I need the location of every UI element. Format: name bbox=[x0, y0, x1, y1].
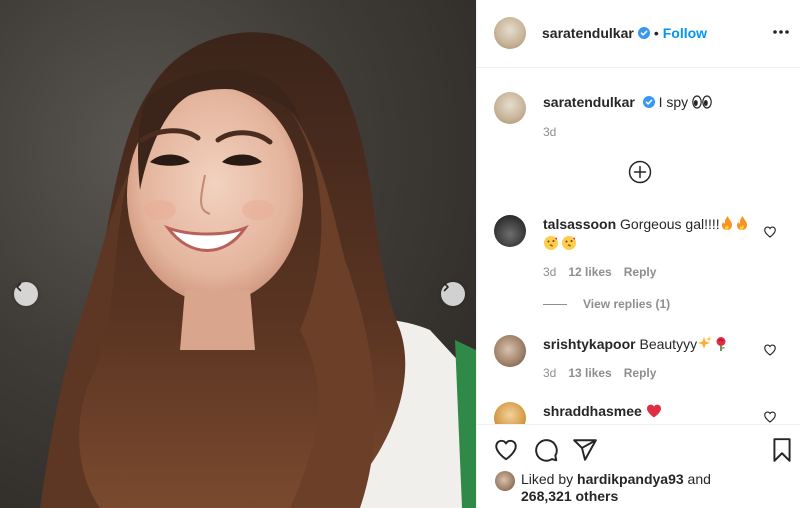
caption-avatar[interactable] bbox=[494, 92, 526, 124]
more-options-icon[interactable] bbox=[771, 24, 791, 40]
verified-badge-icon bbox=[637, 27, 650, 39]
caption-username[interactable]: saratendulkar bbox=[543, 94, 635, 110]
chevron-left-icon bbox=[16, 282, 22, 292]
comment-text: shraddhasmee bbox=[543, 402, 662, 420]
separator-dot: • bbox=[653, 25, 659, 41]
comment-text: talsassoon Gorgeous gal!!!! bbox=[543, 215, 753, 233]
comment-username[interactable]: shraddhasmee bbox=[543, 403, 642, 419]
commenter-avatar[interactable] bbox=[494, 402, 526, 424]
liked-by-prefix: Liked by bbox=[521, 471, 574, 487]
red-heart-emoji-icon bbox=[646, 404, 661, 418]
comment-text: srishtykapoor Beautyyy bbox=[543, 335, 729, 353]
comment-time: 3d bbox=[543, 366, 557, 380]
caption-text: I spy bbox=[658, 94, 689, 110]
sparkles-rose-emoji-icon bbox=[698, 336, 726, 351]
comment-item: talsassoon Gorgeous gal!!!! 3d 12 likes bbox=[477, 212, 800, 292]
comment-like-heart-icon[interactable] bbox=[763, 225, 777, 239]
author-username[interactable]: saratendulkar bbox=[542, 25, 634, 41]
reply-button[interactable]: Reply bbox=[624, 366, 657, 380]
replies-divider bbox=[543, 303, 567, 305]
author-line: saratendulkar • Follow bbox=[542, 25, 707, 41]
comment-meta: 3d 12 likes Reply bbox=[543, 265, 656, 279]
bookmark-icon[interactable] bbox=[769, 437, 795, 463]
caption-time: 3d bbox=[543, 125, 557, 139]
caption: saratendulkar I spy 3d bbox=[477, 90, 800, 140]
comment-time: 3d bbox=[543, 265, 557, 279]
comment-body: Gorgeous gal!!!! bbox=[620, 216, 720, 232]
kiss-face-emoji-icon bbox=[544, 236, 576, 250]
follow-button[interactable]: Follow bbox=[663, 25, 707, 41]
liked-by-others[interactable]: 268,321 others bbox=[521, 488, 618, 504]
comment-username[interactable]: srishtykapoor bbox=[543, 336, 636, 352]
commenter-avatar[interactable] bbox=[494, 335, 526, 367]
commenter-avatar[interactable] bbox=[494, 215, 526, 247]
author-avatar[interactable] bbox=[494, 17, 526, 49]
caption-line: saratendulkar I spy bbox=[543, 93, 712, 111]
liker-avatar[interactable] bbox=[495, 471, 515, 491]
comment-like-heart-icon[interactable] bbox=[763, 410, 777, 424]
plus-circle-icon[interactable] bbox=[628, 160, 652, 184]
liked-by-user[interactable]: hardikpandya93 bbox=[577, 471, 684, 487]
comment-like-heart-icon[interactable] bbox=[763, 343, 777, 357]
post-photo[interactable] bbox=[0, 0, 476, 508]
verified-badge-icon bbox=[642, 96, 655, 108]
comment-item: srishtykapoor Beautyyy 3d 13 likes Reply bbox=[477, 333, 800, 383]
chevron-right-icon bbox=[443, 282, 449, 292]
comment-username[interactable]: talsassoon bbox=[543, 216, 616, 232]
eyes-emoji-icon bbox=[692, 95, 712, 109]
comment-body: Beautyyy bbox=[639, 336, 698, 352]
liked-by-and: and bbox=[687, 471, 711, 487]
comment-likes[interactable]: 12 likes bbox=[568, 265, 611, 279]
post-side-panel: saratendulkar • Follow saratendulkar I s… bbox=[476, 0, 800, 508]
comment-meta: 3d 13 likes Reply bbox=[543, 366, 656, 380]
view-replies-button[interactable]: View replies (1) bbox=[543, 297, 670, 311]
comment-likes[interactable]: 13 likes bbox=[568, 366, 611, 380]
comment-item: shraddhasmee bbox=[477, 400, 800, 424]
comment-icon[interactable] bbox=[533, 437, 559, 463]
next-photo-button[interactable] bbox=[441, 282, 465, 306]
portrait-illustration bbox=[40, 32, 476, 508]
reply-button[interactable]: Reply bbox=[624, 265, 657, 279]
post-header: saratendulkar • Follow bbox=[477, 0, 800, 68]
view-replies-label: View replies (1) bbox=[583, 297, 671, 311]
heart-icon[interactable] bbox=[493, 437, 519, 463]
previous-photo-button[interactable] bbox=[14, 282, 38, 306]
paper-plane-icon[interactable] bbox=[572, 437, 598, 463]
post-actions: Liked by hardikpandya93 and 268,321 othe… bbox=[477, 424, 800, 508]
fire-emoji-icon bbox=[721, 216, 747, 230]
likes-summary: Liked by hardikpandya93 and 268,321 othe… bbox=[521, 471, 711, 505]
